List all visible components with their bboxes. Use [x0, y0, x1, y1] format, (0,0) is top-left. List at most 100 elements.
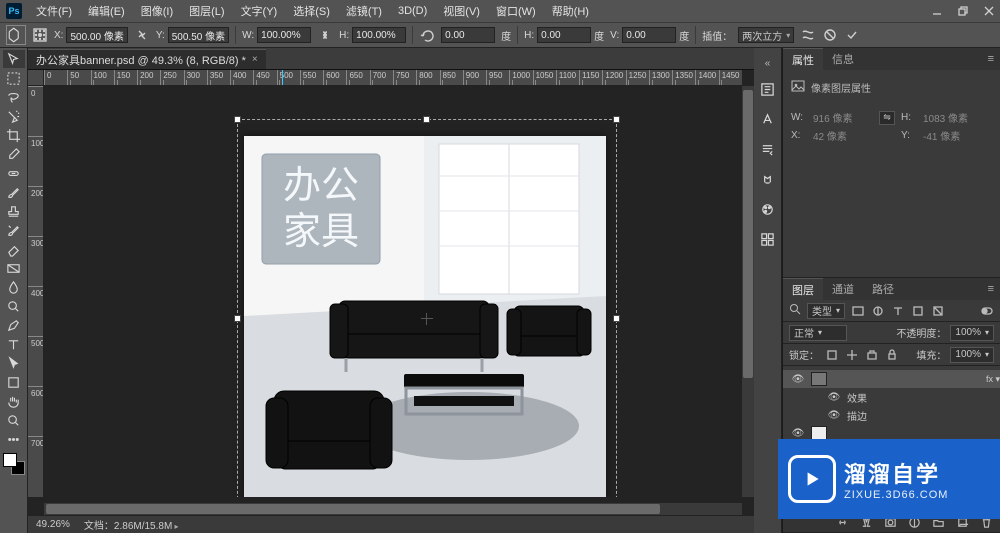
opt-w-field[interactable]: 100.00% [257, 27, 311, 43]
menu-view[interactable]: 视图(V) [437, 1, 486, 21]
swap-xy-icon[interactable] [134, 27, 150, 43]
paragraph-panel-icon[interactable] [758, 139, 778, 159]
filter-type-icon[interactable] [891, 304, 905, 318]
character-panel-icon[interactable] [758, 109, 778, 129]
active-tool-icon[interactable] [6, 25, 26, 45]
menu-file[interactable]: 文件(F) [30, 1, 78, 21]
opt-y-field[interactable]: 500.50 像素 [168, 27, 229, 43]
opt-rotate-field[interactable]: 0.00 [441, 27, 495, 43]
paths-tab[interactable]: 路径 [863, 278, 903, 300]
filter-adjust-icon[interactable] [871, 304, 885, 318]
tool-crop[interactable] [3, 126, 25, 144]
layers-tab[interactable]: 图层 [783, 278, 823, 301]
ruler-vertical[interactable]: 0100200300400500600700 [28, 86, 44, 497]
opt-vskew-field[interactable]: 0.00 [622, 27, 676, 43]
tab-close-icon[interactable]: × [252, 54, 258, 65]
tool-hand[interactable] [3, 392, 25, 410]
lock-position-icon[interactable] [845, 348, 859, 362]
fx-header-row[interactable]: 👁 效果 [783, 388, 1000, 406]
opt-x-field[interactable]: 500.00 像素 [66, 27, 127, 43]
tool-eraser[interactable] [3, 240, 25, 258]
tool-pen[interactable] [3, 316, 25, 334]
menu-select[interactable]: 选择(S) [287, 1, 336, 21]
fg-swatch[interactable] [3, 453, 17, 467]
tool-more[interactable] [3, 430, 25, 448]
layers-menu-icon[interactable]: ≡ [982, 283, 1000, 295]
tool-eyedropper[interactable] [3, 145, 25, 163]
lock-pixels-icon[interactable] [825, 348, 839, 362]
document-tab[interactable]: 办公家具banner.psd @ 49.3% (8, RGB/8) * × [28, 49, 266, 69]
status-zoom[interactable]: 49.26% [36, 519, 70, 530]
blend-mode-select[interactable]: 正常 [789, 325, 847, 341]
filter-shape-icon[interactable] [911, 304, 925, 318]
tool-stamp[interactable] [3, 202, 25, 220]
scrollbar-vertical[interactable] [742, 86, 754, 497]
tool-history-brush[interactable] [3, 221, 25, 239]
menu-layer[interactable]: 图层(L) [183, 1, 230, 21]
opt-h-field[interactable]: 100.00% [352, 27, 406, 43]
swatches-panel-icon[interactable] [758, 229, 778, 249]
visibility-icon[interactable]: 👁 [791, 374, 805, 385]
menu-type[interactable]: 文字(Y) [235, 1, 284, 21]
menu-help[interactable]: 帮助(H) [546, 1, 595, 21]
menu-image[interactable]: 图像(I) [135, 1, 179, 21]
menu-window[interactable]: 窗口(W) [490, 1, 542, 21]
window-minimize-icon[interactable] [926, 0, 948, 22]
opt-interp-select[interactable]: 两次立方 [738, 27, 794, 43]
tool-gradient[interactable] [3, 259, 25, 277]
strip-collapse-icon[interactable]: « [765, 58, 771, 69]
fill-field[interactable]: 100% [950, 347, 994, 363]
visibility-icon[interactable]: 👁 [791, 428, 805, 439]
color-panel-icon[interactable] [758, 199, 778, 219]
link-wh-icon[interactable] [317, 27, 333, 43]
viewport[interactable]: 办公 家具 [44, 86, 742, 497]
filter-kind-select[interactable]: 类型 [807, 303, 845, 319]
tool-lasso[interactable] [3, 88, 25, 106]
panel-menu-icon[interactable]: ≡ [982, 53, 1000, 65]
visibility-icon[interactable]: 👁 [827, 392, 841, 403]
ruler-horizontal[interactable]: 0501001502002503003504004505005506006507… [44, 70, 742, 86]
layer-row[interactable]: 👁 fx ▾ [783, 370, 1000, 388]
tool-healing[interactable] [3, 164, 25, 182]
history-panel-icon[interactable] [758, 79, 778, 99]
filter-pixel-icon[interactable] [851, 304, 865, 318]
menu-filter[interactable]: 滤镜(T) [340, 1, 388, 21]
tool-path-select[interactable] [3, 354, 25, 372]
glyphs-panel-icon[interactable] [758, 169, 778, 189]
transform-center-icon[interactable] [421, 313, 433, 325]
lock-all-icon[interactable] [885, 348, 899, 362]
fx-stroke-row[interactable]: 👁 描边 [783, 406, 1000, 424]
menu-edit[interactable]: 编辑(E) [82, 1, 131, 21]
visibility-icon[interactable]: 👁 [827, 410, 841, 421]
tool-shape[interactable] [3, 373, 25, 391]
color-swatch[interactable] [3, 453, 25, 475]
window-restore-icon[interactable] [952, 0, 974, 22]
tool-zoom[interactable] [3, 411, 25, 429]
opacity-field[interactable]: 100% [950, 325, 994, 341]
status-doc-size[interactable]: 文档：2.86M/15.8M [84, 517, 179, 532]
link-wh-panel-icon[interactable]: ⇋ [879, 111, 895, 125]
tool-marquee[interactable] [3, 69, 25, 87]
cancel-transform-icon[interactable] [822, 27, 838, 43]
tool-brush[interactable] [3, 183, 25, 201]
filter-toggle[interactable] [980, 304, 994, 318]
channels-tab[interactable]: 通道 [823, 278, 863, 300]
transform-bbox[interactable] [237, 119, 617, 497]
reference-point-icon[interactable] [32, 27, 48, 43]
filter-smart-icon[interactable] [931, 304, 945, 318]
properties-tab[interactable]: 属性 [783, 48, 823, 71]
menu-3d[interactable]: 3D(D) [392, 3, 433, 19]
opt-hskew-field[interactable]: 0.00 [537, 27, 591, 43]
warp-icon[interactable] [800, 27, 816, 43]
tool-blur[interactable] [3, 278, 25, 296]
commit-transform-icon[interactable] [844, 27, 860, 43]
tool-quick-select[interactable] [3, 107, 25, 125]
lock-artboard-icon[interactable] [865, 348, 879, 362]
info-tab[interactable]: 信息 [823, 48, 863, 70]
filter-kind-icon[interactable] [789, 303, 801, 318]
tool-type[interactable] [3, 335, 25, 353]
scrollbar-horizontal[interactable] [44, 503, 742, 515]
tool-move[interactable] [3, 50, 25, 68]
window-close-icon[interactable] [978, 0, 1000, 22]
tool-dodge[interactable] [3, 297, 25, 315]
